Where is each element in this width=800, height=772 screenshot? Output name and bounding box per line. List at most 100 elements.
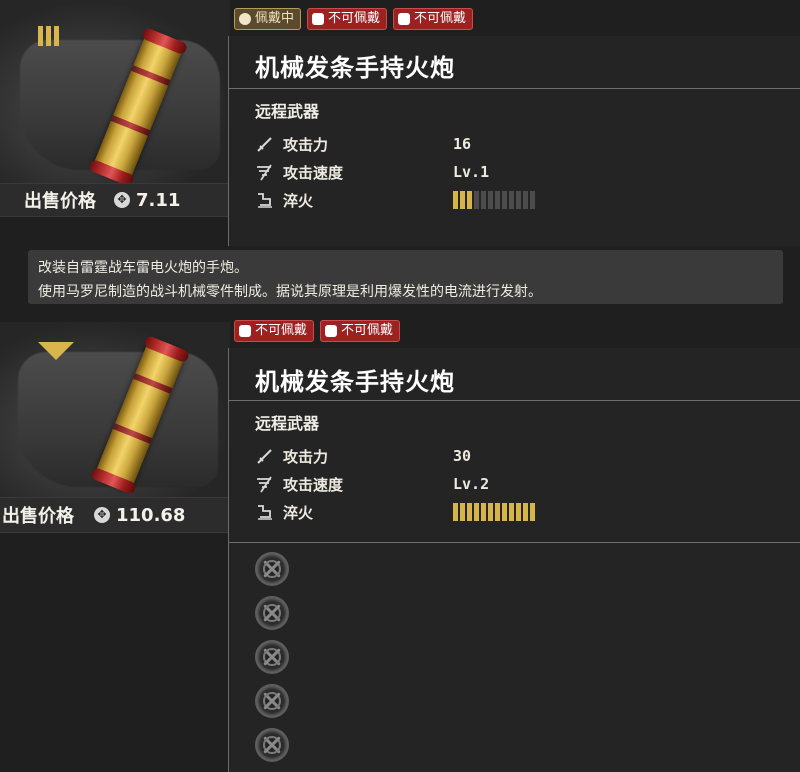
gem-slot-icon[interactable]: [255, 640, 289, 674]
quench-pip: [488, 503, 493, 521]
quench-pip: [460, 503, 465, 521]
quench-pip: [495, 503, 500, 521]
item2-tags: 不可佩戴 不可佩戴: [234, 320, 401, 342]
stats-divider: [229, 542, 800, 543]
stat-label: 淬火: [283, 191, 314, 210]
stat-label: 攻击速度: [283, 163, 344, 182]
quench-pip: [523, 191, 528, 209]
stat-label: 攻击速度: [283, 475, 344, 494]
quench-level-bar: [453, 191, 535, 209]
quench-pip: [502, 191, 507, 209]
item-title: 机械发条手持火炮: [255, 54, 455, 82]
stat-value: Lv.1: [453, 163, 490, 181]
price-value: 7.11: [136, 189, 181, 211]
title-divider: [229, 400, 800, 401]
stat-value: 30: [453, 447, 472, 465]
quench-pip: [495, 191, 500, 209]
tag-label: 佩戴中: [255, 11, 295, 26]
stat-row: 攻击力 30: [255, 442, 535, 470]
quench-pip: [481, 503, 486, 521]
quench-pip: [502, 503, 507, 521]
speed-icon: [255, 162, 277, 182]
quench-pip: [467, 191, 472, 209]
forbidden-icon: [325, 325, 338, 337]
quench-pip: [530, 503, 535, 521]
quench-pip: [509, 191, 514, 209]
slot-ring: [263, 560, 281, 578]
tag-not-equippable: 不可佩戴: [320, 320, 401, 342]
item1-tags: 佩戴中 不可佩戴 不可佩戴: [234, 8, 474, 30]
speed-icon: [255, 474, 277, 494]
item1-description: 改装自雷霆战车雷电火炮的手炮。 使用马罗尼制造的战斗机械零件制成。据说其原理是利…: [28, 250, 783, 304]
quench-pip: [453, 503, 458, 521]
quench-icon: [255, 502, 277, 522]
stat-label: 淬火: [283, 503, 314, 522]
description-line-1: 改装自雷霆战车雷电火炮的手炮。: [38, 260, 248, 276]
quench-icon: [255, 190, 277, 210]
equipped-icon: [239, 13, 251, 25]
item1-stats: 攻击力 16 攻击速度 Lv.1 淬火: [255, 130, 535, 214]
forbidden-icon: [312, 13, 325, 25]
slot-ring: [263, 692, 281, 710]
sword-icon: [255, 446, 277, 466]
quench-pip: [467, 503, 472, 521]
stat-row: 攻击速度 Lv.1: [255, 158, 535, 186]
stat-row: 淬火: [255, 186, 535, 214]
tag-label: 不可佩戴: [341, 323, 394, 338]
weapon-type: 远程武器: [255, 414, 320, 433]
stat-row: 淬火: [255, 498, 535, 526]
quench-pip: [474, 503, 479, 521]
coin-icon: ✥: [114, 192, 130, 208]
price-label: 出售价格: [24, 191, 96, 212]
selected-chevron-icon: [38, 342, 74, 360]
stat-label: 攻击力: [283, 135, 329, 154]
item2-stats: 攻击力 30 攻击速度 Lv.2 淬火: [255, 442, 535, 526]
description-line-2: 使用马罗尼制造的战斗机械零件制成。据说其原理是利用爆发性的电流进行发射。: [38, 284, 542, 300]
stat-row: 攻击速度 Lv.2: [255, 470, 535, 498]
coin-icon: ✥: [94, 507, 110, 523]
price-label: 出售价格: [2, 506, 74, 527]
forbidden-icon: [398, 13, 411, 25]
item2-price-bar: 出售价格 ✥ 110.68: [0, 497, 228, 533]
item2-info-panel: 机械发条手持火炮 远程武器 攻击力 30 攻击速度 Lv.2 淬火: [228, 348, 800, 772]
gem-slot-icon[interactable]: [255, 728, 289, 762]
gem-slots: [255, 552, 289, 762]
quench-pip: [516, 503, 521, 521]
tag-equipped: 佩戴中: [234, 8, 302, 30]
weapon-type: 远程武器: [255, 102, 320, 121]
rank-mark-icon: [38, 26, 59, 46]
slot-ring: [263, 736, 281, 754]
stat-label: 攻击力: [283, 447, 329, 466]
price-value: 110.68: [116, 504, 186, 526]
stat-value: Lv.2: [453, 475, 490, 493]
tag-not-equippable: 不可佩戴: [234, 320, 315, 342]
item1-price-bar: 出售价格 ✥ 7.11: [0, 183, 228, 217]
gem-slot-icon[interactable]: [255, 552, 289, 586]
slot-ring: [263, 604, 281, 622]
tag-not-equippable: 不可佩戴: [393, 8, 474, 30]
tag-label: 不可佩戴: [414, 11, 467, 26]
quench-pip: [474, 191, 479, 209]
quench-pip: [523, 503, 528, 521]
item-title: 机械发条手持火炮: [255, 368, 455, 396]
quench-pip: [509, 503, 514, 521]
sword-icon: [255, 134, 277, 154]
item1-info-panel: 机械发条手持火炮 远程武器 攻击力 16 攻击速度 Lv.1 淬火: [228, 36, 800, 246]
gem-slot-icon[interactable]: [255, 684, 289, 718]
quench-level-bar: [453, 503, 535, 521]
gem-slot-icon[interactable]: [255, 596, 289, 630]
stat-row: 攻击力 16: [255, 130, 535, 158]
quench-pip: [488, 191, 493, 209]
forbidden-icon: [239, 325, 251, 337]
tag-not-equippable: 不可佩戴: [307, 8, 388, 30]
quench-pip: [460, 191, 465, 209]
stat-value: 16: [453, 135, 472, 153]
slot-ring: [263, 648, 281, 666]
quench-pip: [530, 191, 535, 209]
title-divider: [229, 88, 800, 89]
tag-label: 不可佩戴: [328, 11, 381, 26]
quench-pip: [481, 191, 486, 209]
quench-pip: [516, 191, 521, 209]
quench-pip: [453, 191, 458, 209]
tag-label: 不可佩戴: [255, 323, 308, 338]
